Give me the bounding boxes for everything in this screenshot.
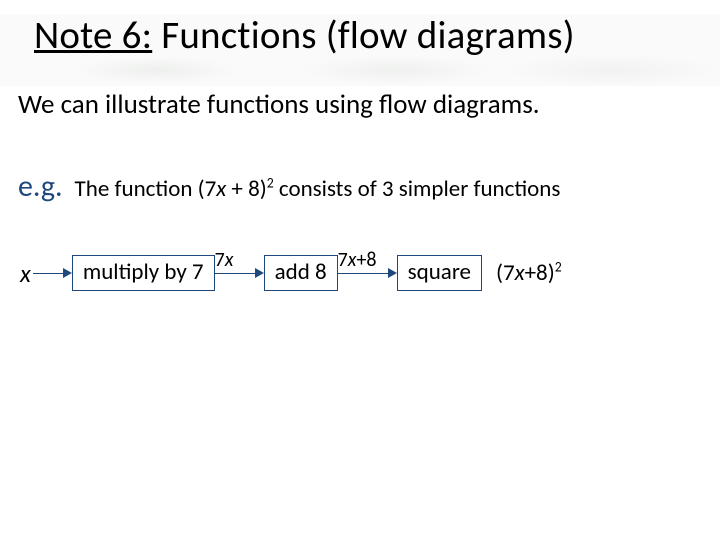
slide: Note 6: Functions (flow diagrams) We can… <box>0 0 720 540</box>
example-row: e.g. The function (7x + 8)2 consists of … <box>18 168 560 205</box>
arrow-2-label: 7x <box>215 248 234 272</box>
flow-box-add: add 8 <box>264 255 338 291</box>
arrow-1 <box>33 268 72 278</box>
flow-input: x <box>20 258 31 289</box>
flow-diagram: x multiply by 7 7x add 8 7x+8 square (7x… <box>20 255 562 291</box>
example-text: The function (7x + 8)2 consists of 3 sim… <box>75 175 561 203</box>
arrow-3: 7x+8 <box>338 268 397 278</box>
title-rest: Functions (flow diagrams) <box>152 12 575 59</box>
flow-result: (7x+8)2 <box>496 259 562 287</box>
example-label: e.g. <box>18 168 63 205</box>
flow-box-square: square <box>397 255 482 291</box>
title-underlined: Note 6: <box>34 12 152 59</box>
arrow-2: 7x <box>215 268 264 278</box>
flow-box-multiply: multiply by 7 <box>72 255 215 291</box>
intro-text: We can illustrate functions using flow d… <box>18 88 540 121</box>
page-title: Note 6: Functions (flow diagrams) <box>34 14 575 59</box>
arrow-3-label: 7x+8 <box>338 248 377 272</box>
